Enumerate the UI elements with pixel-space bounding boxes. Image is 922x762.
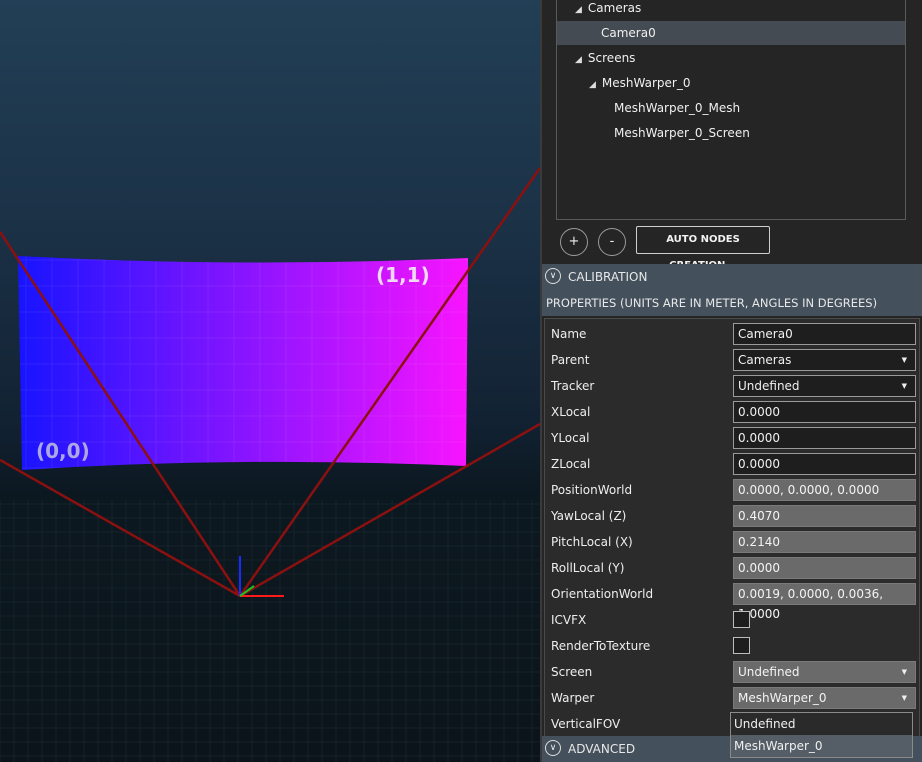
- property-row-orientationworld: OrientationWorld 0.0019, 0.0000, 0.0036,…: [545, 581, 919, 621]
- dropdown-option-meshwarper[interactable]: MeshWarper_0: [731, 735, 912, 757]
- property-grid: Name Camera0 Parent Cameras Tracker Unde…: [544, 318, 920, 738]
- property-row-zlocal: ZLocal 0.0000: [545, 451, 919, 477]
- xlocal-field[interactable]: 0.0000: [733, 401, 916, 423]
- property-row-pitchlocal: PitchLocal (X) 0.2140: [545, 529, 919, 555]
- orientationworld-value: 0.0019, 0.0000, 0.0036, 1.0000: [733, 583, 916, 621]
- tracker-select[interactable]: Undefined: [733, 375, 916, 397]
- property-row-rendertotexture: RenderToTexture: [545, 633, 919, 659]
- property-row-positionworld: PositionWorld 0.0000, 0.0000, 0.0000: [545, 477, 919, 503]
- property-row-screen: Screen Undefined: [545, 659, 919, 685]
- tree-node-meshwarper[interactable]: ◢ MeshWarper_0: [589, 71, 690, 95]
- tree-node-screens[interactable]: ◢ Screens: [575, 46, 635, 70]
- tree-node-cameras[interactable]: ◢ Cameras: [575, 0, 641, 20]
- property-row-icvfx: ICVFX: [545, 607, 919, 633]
- property-row-ylocal: YLocal 0.0000: [545, 425, 919, 451]
- warper-dropdown-list: Undefined MeshWarper_0: [730, 712, 913, 758]
- screen-select[interactable]: Undefined: [733, 661, 916, 683]
- origin-label: (0,0): [36, 439, 90, 463]
- positionworld-value: 0.0000, 0.0000, 0.0000: [733, 479, 916, 501]
- property-row-yawlocal: YawLocal (Z) 0.4070: [545, 503, 919, 529]
- corner-label: (1,1): [376, 263, 430, 287]
- rendertotexture-checkbox[interactable]: [733, 637, 750, 654]
- ylocal-field[interactable]: 0.0000: [733, 427, 916, 449]
- remove-node-button[interactable]: -: [598, 228, 626, 256]
- dropdown-option-undefined[interactable]: Undefined: [731, 713, 912, 735]
- chevron-down-icon[interactable]: ∨: [545, 740, 561, 756]
- chevron-down-icon[interactable]: ∨: [545, 268, 561, 284]
- property-row-xlocal: XLocal 0.0000: [545, 399, 919, 425]
- auto-nodes-creation-button[interactable]: AUTO NODES CREATION...: [636, 226, 770, 271]
- expand-triangle-icon[interactable]: ◢: [589, 73, 596, 97]
- calibration-section-header[interactable]: ∨ CALIBRATION: [542, 264, 922, 290]
- property-row-tracker: Tracker Undefined: [545, 373, 919, 399]
- add-node-button[interactable]: +: [560, 228, 588, 256]
- properties-header: PROPERTIES (UNITS ARE IN METER, ANGLES I…: [542, 290, 922, 316]
- properties-panel: ◢ Cameras Camera0 ◢ Screens ◢ MeshWarper_0 …: [540, 0, 922, 762]
- name-field[interactable]: Camera0: [733, 323, 916, 345]
- zlocal-field[interactable]: 0.0000: [733, 453, 916, 475]
- property-row-rolllocal: RollLocal (Y) 0.0000: [545, 555, 919, 581]
- property-row-parent: Parent Cameras: [545, 347, 919, 373]
- node-tree[interactable]: ◢ Cameras Camera0 ◢ Screens ◢ MeshWarper_0 …: [556, 0, 906, 220]
- pitchlocal-value: 0.2140: [733, 531, 916, 553]
- expand-triangle-icon[interactable]: ◢: [575, 48, 582, 72]
- parent-select[interactable]: Cameras: [733, 349, 916, 371]
- property-row-warper: Warper MeshWarper_0: [545, 685, 919, 711]
- tree-node-meshwarper-mesh[interactable]: MeshWarper_0_Mesh: [614, 96, 740, 120]
- floor-grid: [0, 500, 540, 762]
- warper-select[interactable]: MeshWarper_0: [733, 687, 916, 709]
- icvfx-checkbox[interactable]: [733, 611, 750, 628]
- rolllocal-value: 0.0000: [733, 557, 916, 579]
- 3d-viewport[interactable]: (0,0) (1,1): [0, 0, 540, 762]
- tree-node-meshwarper-screen[interactable]: MeshWarper_0_Screen: [614, 121, 750, 145]
- property-row-name: Name Camera0: [545, 321, 919, 347]
- viewport-scene: (0,0) (1,1): [0, 167, 540, 762]
- expand-triangle-icon[interactable]: ◢: [575, 0, 582, 22]
- yawlocal-value: 0.4070: [733, 505, 916, 527]
- tree-node-camera0[interactable]: Camera0: [557, 21, 905, 45]
